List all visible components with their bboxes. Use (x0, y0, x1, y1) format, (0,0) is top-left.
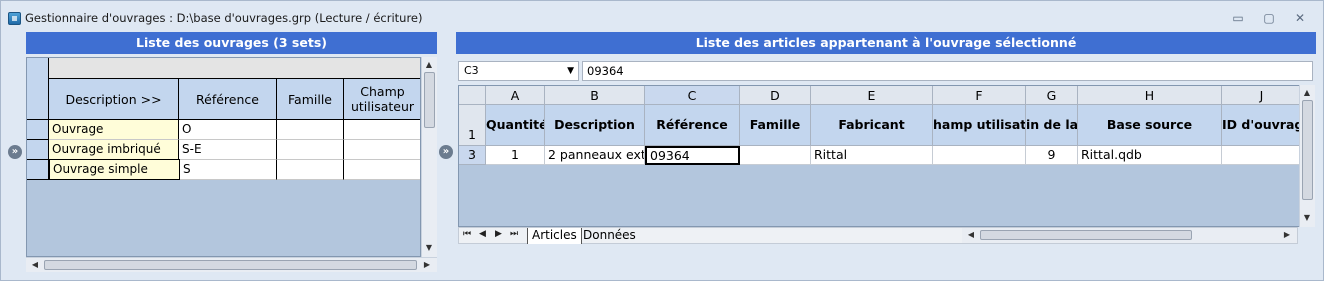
work-famille[interactable] (277, 140, 344, 160)
expand-right-icon[interactable]: » (439, 145, 453, 159)
row-number[interactable]: 1 (459, 105, 486, 146)
expand-left-icon[interactable]: » (8, 145, 22, 159)
header-cell-fabricant[interactable]: Fabricant (811, 105, 933, 146)
row-header[interactable] (27, 160, 49, 180)
chevron-down-icon[interactable]: ▼ (567, 62, 574, 80)
column-header-description[interactable]: Description >> (49, 79, 179, 120)
scroll-thumb[interactable] (44, 260, 417, 270)
cell-name-box[interactable]: C3 ▼ (458, 61, 579, 81)
row-header[interactable] (27, 120, 49, 140)
row-number-active[interactable]: 3 (459, 146, 486, 165)
column-letter[interactable]: J (1222, 86, 1302, 105)
cell-fin[interactable]: 9 (1026, 146, 1078, 165)
works-grid-top-strip (27, 58, 420, 79)
works-list-header: Liste des ouvrages (3 sets) (26, 32, 437, 54)
next-sheet-icon[interactable]: ▶ (495, 229, 502, 239)
scroll-right-icon[interactable]: ▶ (1280, 230, 1294, 240)
work-famille[interactable] (277, 160, 344, 180)
articles-spreadsheet: A B C D E F G H J 1 3 Quantité Descripti… (458, 85, 1315, 227)
first-sheet-icon[interactable]: ⏮ (463, 229, 471, 239)
works-vertical-scrollbar[interactable]: ▲ ▼ (421, 57, 437, 257)
column-letter[interactable]: G (1026, 86, 1078, 105)
works-grid: Description >> Référence Famille Champ u… (26, 57, 421, 257)
works-grid-corner[interactable] (27, 58, 49, 79)
scroll-up-icon[interactable]: ▲ (422, 60, 436, 70)
cell-id-ouvrage[interactable] (1222, 146, 1302, 165)
scroll-thumb[interactable] (424, 72, 435, 128)
cell-description[interactable]: 2 panneaux ext (545, 146, 645, 165)
column-letter[interactable]: E (811, 86, 933, 105)
work-famille[interactable] (277, 120, 344, 140)
header-cell-base-source[interactable]: Base source (1078, 105, 1222, 146)
formula-bar[interactable]: 09364 (582, 61, 1313, 81)
header-cell-fin[interactable]: in de la (1026, 105, 1078, 146)
work-reference[interactable]: S (180, 160, 277, 180)
column-header-reference[interactable]: Référence (179, 79, 277, 120)
tab-articles[interactable]: Articles (527, 228, 582, 244)
header-cell-champ[interactable]: hamp utilisate (933, 105, 1026, 146)
prev-sheet-icon[interactable]: ◀ (479, 229, 486, 239)
cell-name-value: C3 (464, 64, 479, 77)
row-header[interactable] (27, 140, 49, 160)
scroll-left-icon[interactable]: ◀ (28, 260, 42, 270)
cell-reference-active[interactable]: 09364 (645, 146, 740, 165)
work-description[interactable]: Ouvrage (49, 120, 179, 140)
work-description[interactable]: Ouvrage imbriqué (49, 140, 179, 160)
scroll-up-icon[interactable]: ▲ (1300, 88, 1314, 98)
work-reference[interactable]: S-E (179, 140, 277, 160)
column-letter[interactable]: H (1078, 86, 1222, 105)
cell-champ[interactable] (933, 146, 1026, 165)
cell-quantite[interactable]: 1 (486, 146, 545, 165)
cell-famille[interactable] (740, 146, 811, 165)
articles-list-header: Liste des articles appartenant à l'ouvra… (456, 32, 1316, 54)
scroll-thumb[interactable] (980, 230, 1192, 240)
work-champ[interactable] (344, 160, 420, 180)
column-header-famille[interactable]: Famille (277, 79, 344, 120)
window-title: Gestionnaire d'ouvrages : D:\base d'ouvr… (25, 11, 423, 25)
articles-horizontal-scrollbar[interactable]: ◀ ▶ (962, 228, 1297, 243)
scroll-down-icon[interactable]: ▼ (1300, 213, 1314, 223)
header-cell-famille[interactable]: Famille (740, 105, 811, 146)
articles-vertical-scrollbar[interactable]: ▲ ▼ (1299, 85, 1315, 227)
tab-donnees[interactable]: Données (579, 228, 640, 244)
cell-base-source[interactable]: Rittal.qdb (1078, 146, 1222, 165)
header-cell-quantite[interactable]: Quantité (486, 105, 545, 146)
app-window: Gestionnaire d'ouvrages : D:\base d'ouvr… (0, 0, 1324, 281)
scroll-left-icon[interactable]: ◀ (964, 230, 978, 240)
app-icon (8, 12, 21, 25)
close-icon[interactable]: ✕ (1287, 10, 1313, 26)
column-letter[interactable]: F (933, 86, 1026, 105)
column-letter[interactable]: A (486, 86, 545, 105)
work-reference[interactable]: O (179, 120, 277, 140)
scroll-right-icon[interactable]: ▶ (420, 260, 434, 270)
column-letter-active[interactable]: C (645, 86, 740, 105)
cell-fabricant[interactable]: Rittal (811, 146, 933, 165)
header-cell-reference[interactable]: Référence (645, 105, 740, 146)
restore-icon[interactable]: ▢ (1256, 10, 1282, 26)
works-horizontal-scrollbar[interactable]: ◀ ▶ (26, 257, 437, 272)
column-header-champ[interactable]: Champ utilisateur (344, 79, 420, 120)
work-champ[interactable] (344, 120, 420, 140)
scroll-down-icon[interactable]: ▼ (422, 243, 436, 253)
work-champ[interactable] (344, 140, 420, 160)
last-sheet-icon[interactable]: ⏭ (510, 229, 518, 239)
minimize-icon[interactable]: ▭ (1225, 10, 1251, 26)
header-cell-id-ouvrage[interactable]: ID d'ouvrage (1222, 105, 1302, 146)
header-cell-description[interactable]: Description (545, 105, 645, 146)
sheet-corner[interactable] (459, 86, 486, 105)
column-letter[interactable]: B (545, 86, 645, 105)
title-bar: Gestionnaire d'ouvrages : D:\base d'ouvr… (1, 1, 1323, 31)
sheet-tab-bar: ⏮ ◀ ▶ ⏭ Articles Données ◀ ▶ (458, 227, 1298, 244)
column-letter[interactable]: D (740, 86, 811, 105)
works-grid-corner-header (27, 79, 49, 120)
scroll-thumb[interactable] (1302, 100, 1313, 200)
work-description-selected[interactable]: Ouvrage simple (49, 159, 180, 180)
